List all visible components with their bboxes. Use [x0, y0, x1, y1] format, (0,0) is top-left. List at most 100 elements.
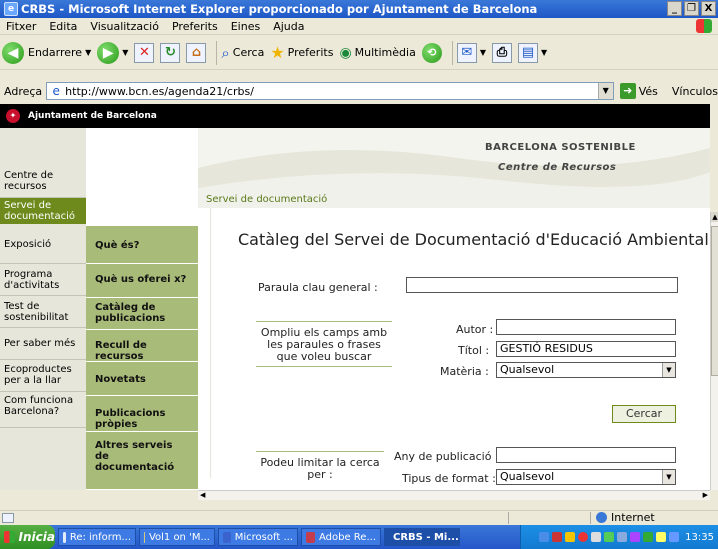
edit-dropdown-icon[interactable]: ▼	[541, 48, 547, 57]
scroll-right-icon[interactable]: ▶	[703, 491, 708, 499]
taskbar-item-word[interactable]: Microsoft ...	[218, 528, 298, 546]
mail-button[interactable]: ✉ ▼	[456, 42, 486, 63]
year-input[interactable]	[496, 447, 676, 463]
sub-navigation: Què és? Què us oferei x? Catàleg de publ…	[86, 128, 198, 490]
go-label: Vés	[638, 84, 658, 98]
tray-app-icon[interactable]	[617, 532, 628, 542]
subnav-item-altres-serveis[interactable]: Altres serveis de documentació	[86, 432, 198, 490]
menu-file[interactable]: Fitxer	[6, 20, 36, 33]
refresh-icon[interactable]: ↻	[160, 42, 181, 63]
print-icon[interactable]: ⎙	[491, 42, 512, 63]
mail-dropdown-icon[interactable]: ▼	[480, 48, 486, 57]
vertical-scrollbar[interactable]: ▲	[710, 212, 718, 490]
sidebar-item-test-sostenibilitat[interactable]: Test de sostenibilitat	[0, 296, 86, 328]
links-button[interactable]: Vínculos	[672, 85, 718, 98]
multimedia-button[interactable]: ◉ Multimèdia	[339, 45, 415, 61]
subnav-item-que-es[interactable]: Què és?	[86, 226, 198, 264]
tray-app-icon[interactable]	[578, 532, 589, 542]
year-label: Any de publicació :	[394, 450, 499, 463]
back-dropdown-icon[interactable]: ▼	[85, 48, 91, 57]
search-button[interactable]: ⌕ Cerca	[221, 44, 264, 62]
stop-icon[interactable]: ✕	[134, 42, 155, 63]
history-icon[interactable]: ⟲	[421, 42, 442, 63]
zone-label: Internet	[611, 511, 655, 524]
ajuntament-logo-icon[interactable]: ✦	[6, 109, 20, 123]
tray-app-icon[interactable]	[552, 532, 563, 542]
subnav-item-publicacions-propies[interactable]: Publicacions pròpies	[86, 396, 198, 432]
menu-view[interactable]: Visualització	[90, 20, 159, 33]
scroll-up-icon[interactable]: ▲	[711, 212, 718, 222]
org-name: Ajuntament de Barcelona	[28, 111, 157, 121]
status-separator	[508, 512, 509, 524]
menu-edit[interactable]: Edita	[49, 20, 77, 33]
go-button[interactable]: ➜ Vés	[619, 83, 658, 99]
address-label: Adreça	[4, 84, 43, 98]
clock[interactable]: 13:35	[685, 532, 714, 543]
sidebar-item-centre-recursos[interactable]: Centre de recursos	[0, 164, 86, 198]
taskbar-item-folder[interactable]: Vol1 on 'M...	[139, 528, 215, 546]
subject-select[interactable]: Qualsevol ▼	[496, 362, 676, 378]
taskbar-item-crbs[interactable]: CRBS - Mi...	[384, 528, 460, 546]
taskbar: Inicia Re: inform... Vol1 on 'M... Micro…	[0, 525, 718, 549]
start-button[interactable]: Inicia	[0, 525, 55, 549]
volume-icon[interactable]	[669, 532, 680, 542]
edit-button[interactable]: ▤ ▼	[517, 42, 547, 63]
web-content: ✦ Ajuntament de Barcelona Centre de recu…	[0, 104, 710, 490]
horizontal-scrollbar[interactable]: ◀ ▶	[198, 490, 710, 500]
favorites-star-icon: ★	[270, 43, 285, 62]
system-tray: 13:35	[520, 525, 718, 549]
subnav-item-recull-recursos[interactable]: Recull de recursos	[86, 330, 198, 362]
author-input[interactable]	[496, 319, 676, 335]
scroll-thumb[interactable]	[711, 226, 718, 376]
window-titlebar[interactable]: e CRBS - Microsoft Internet Explorer pro…	[0, 0, 718, 18]
back-button[interactable]: ◀ Endarrere ▼	[2, 41, 91, 64]
security-zone: Internet	[596, 511, 655, 524]
subnav-item-novetats[interactable]: Novetats	[86, 362, 198, 396]
address-dropdown-icon[interactable]: ▼	[597, 83, 613, 99]
banner-subtitle: Centre de Recursos	[498, 162, 617, 173]
title-input[interactable]: GESTIÓ RESIDUS	[496, 341, 676, 357]
tray-app-icon[interactable]	[565, 532, 576, 542]
favorites-button[interactable]: ★ Preferits	[270, 43, 333, 62]
format-dropdown-icon[interactable]: ▼	[662, 470, 675, 484]
tray-app-icon[interactable]	[604, 532, 615, 542]
tray-app-icon[interactable]	[656, 532, 667, 542]
taskbar-item-mail[interactable]: Re: inform...	[58, 528, 136, 546]
search-submit-button[interactable]: Cercar	[612, 405, 676, 423]
sidebar-item-servei-documentacio[interactable]: Servei de documentació	[0, 198, 86, 224]
tray-app-icon[interactable]	[630, 532, 641, 542]
edit-page-icon: ▤	[517, 42, 538, 63]
address-input[interactable]: e http://www.bcn.es/agenda21/crbs/ ▼	[46, 82, 614, 100]
tray-app-icon[interactable]	[539, 532, 550, 542]
tray-app-icon[interactable]	[591, 532, 602, 542]
status-bar: Internet	[0, 510, 718, 524]
tray-app-icon[interactable]	[643, 532, 654, 542]
breadcrumb[interactable]: Servei de documentació	[206, 194, 327, 205]
multimedia-icon: ◉	[339, 44, 352, 61]
close-button[interactable]: X	[701, 1, 716, 16]
menu-favorites[interactable]: Preferits	[172, 20, 218, 33]
home-icon[interactable]: ⌂	[186, 42, 207, 63]
sidebar-item-per-saber-mes[interactable]: Per saber més	[0, 328, 86, 360]
forward-button[interactable]: ▶ ▼	[97, 41, 128, 64]
sidebar-item-exposicio[interactable]: Exposició	[0, 226, 86, 264]
subject-dropdown-icon[interactable]: ▼	[662, 363, 675, 377]
window-title: CRBS - Microsoft Internet Explorer propo…	[21, 2, 538, 16]
site-header: ✦ Ajuntament de Barcelona	[0, 104, 710, 128]
scroll-left-icon[interactable]: ◀	[200, 491, 205, 499]
sidebar-item-programa-activitats[interactable]: Programa d'activitats	[0, 264, 86, 296]
maximize-button[interactable]: ❐	[684, 1, 699, 16]
menu-tools[interactable]: Eines	[231, 20, 260, 33]
sidebar-item-ecoproductes[interactable]: Ecoproductes per a la llar	[0, 360, 86, 392]
sidebar-item-com-funciona[interactable]: Com funciona Barcelona?	[0, 392, 86, 428]
subnav-item-cataleg[interactable]: Catàleg de publicacions	[86, 298, 198, 330]
menu-help[interactable]: Ajuda	[273, 20, 304, 33]
minimize-button[interactable]: _	[667, 1, 682, 16]
format-select[interactable]: Qualsevol ▼	[496, 469, 676, 485]
windows-flag-icon	[4, 531, 15, 543]
forward-dropdown-icon[interactable]: ▼	[122, 48, 128, 57]
keyword-input[interactable]	[406, 277, 678, 293]
taskbar-item-adobe[interactable]: Adobe Re...	[301, 528, 381, 546]
subnav-item-que-us-oferei[interactable]: Què us oferei x?	[86, 264, 198, 298]
page-icon: e	[52, 84, 60, 98]
